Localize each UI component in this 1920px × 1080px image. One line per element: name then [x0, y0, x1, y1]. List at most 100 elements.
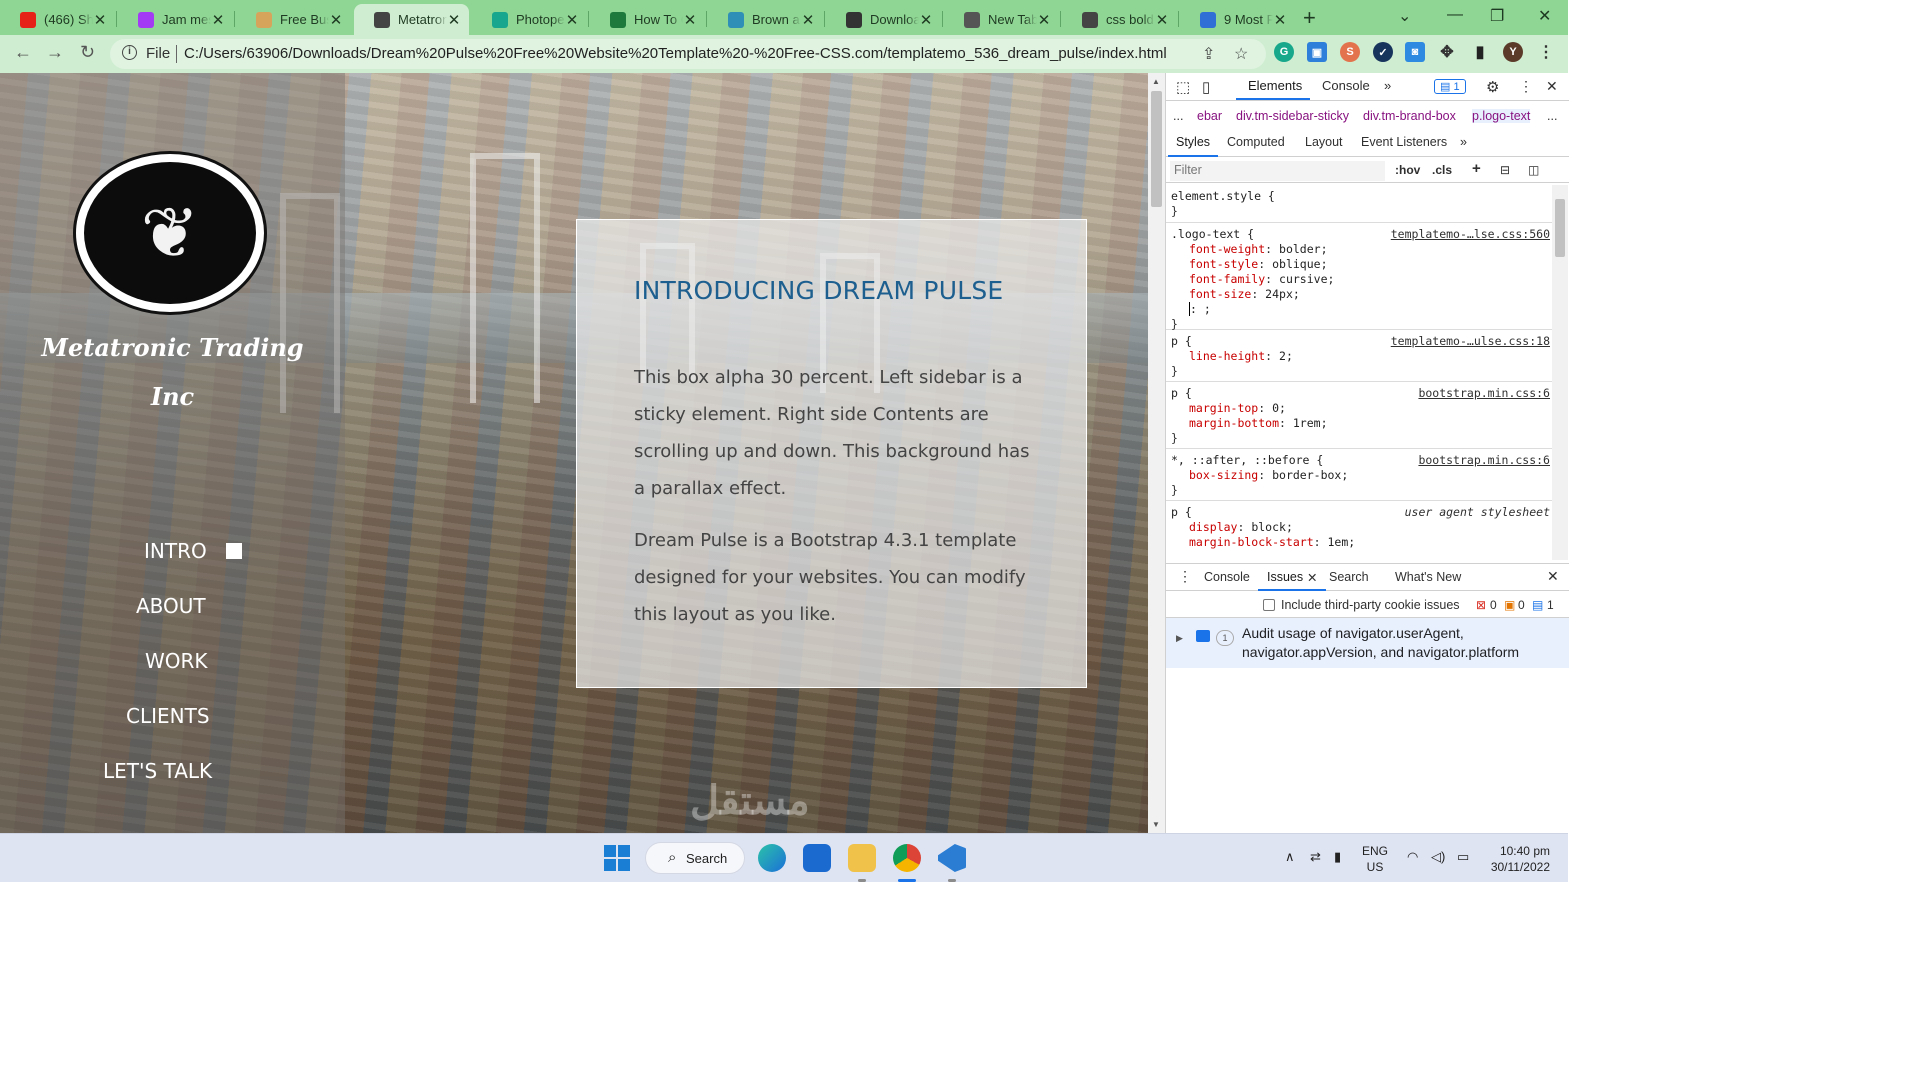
browser-tab[interactable]: css bold ✕ [1062, 4, 1177, 35]
close-issues-tab-icon[interactable]: ✕ [1307, 570, 1317, 585]
extension-icon[interactable]: ▣ [1307, 42, 1327, 62]
close-tab-icon[interactable]: ✕ [447, 11, 461, 29]
style-rule[interactable]: p {templatemo-…ulse.css:18 line-height: 2… [1166, 330, 1552, 382]
expand-triangle-icon[interactable]: ▶ [1176, 633, 1183, 644]
style-rule[interactable]: p {bootstrap.min.css:6 margin-top: 0; marg… [1166, 382, 1552, 449]
store-icon[interactable] [803, 844, 831, 872]
tab-search-icon[interactable]: ⌄ [1398, 6, 1411, 26]
browser-menu-icon[interactable]: ⋮ [1536, 42, 1556, 62]
nav-about[interactable]: ABOUT [136, 594, 206, 618]
rule-source-link[interactable]: templatemo-…lse.css:560 [1391, 227, 1550, 241]
close-tab-icon[interactable]: ✕ [683, 11, 697, 29]
browser-tab[interactable]: Free Busi✕ [236, 4, 351, 35]
url-text[interactable]: C:/Users/63906/Downloads/Dream%20Pulse%2… [184, 45, 1167, 62]
tab-layout[interactable]: Layout [1305, 135, 1343, 149]
drawer-menu-icon[interactable]: ⋮ [1178, 568, 1192, 585]
rule-source-link[interactable]: templatemo-…ulse.css:18 [1391, 334, 1550, 348]
style-rule[interactable]: element.style {} [1166, 185, 1552, 223]
browser-tab[interactable]: Brown an✕ [708, 4, 823, 35]
edge-icon[interactable] [758, 844, 786, 872]
styles-filter-input[interactable]: Filter [1170, 161, 1385, 181]
close-tab-icon[interactable]: ✕ [1273, 11, 1287, 29]
settings-gear-icon[interactable]: ⚙ [1486, 78, 1499, 96]
style-declaration[interactable]: line-height: 2; [1189, 349, 1293, 363]
share-icon[interactable]: ⇪ [1202, 44, 1215, 64]
address-bar[interactable]: i File C:/Users/63906/Downloads/Dream%20… [110, 39, 1266, 69]
browser-tab[interactable]: How To C✕ [590, 4, 705, 35]
nav-clients[interactable]: CLIENTS [126, 704, 210, 728]
tab-styles[interactable]: Styles [1176, 135, 1210, 149]
breadcrumb-item[interactable]: ebar [1197, 109, 1222, 123]
paint-icon[interactable]: ⊟ [1500, 163, 1510, 177]
shield-extension-icon[interactable]: S [1340, 42, 1360, 62]
breadcrumb-item[interactable]: div.tm-brand-box [1363, 109, 1456, 123]
drawer-tab-whats-new[interactable]: What's New [1395, 570, 1461, 584]
more-tabs-icon[interactable]: » [1384, 78, 1391, 93]
vscode-icon[interactable] [938, 844, 966, 872]
style-declaration[interactable]: margin-bottom: 1rem; [1189, 416, 1328, 430]
browser-tab[interactable]: (466) She✕ [0, 4, 115, 35]
style-declaration[interactable]: font-size: 24px; [1189, 287, 1300, 301]
bookmark-star-icon[interactable]: ☆ [1234, 44, 1248, 64]
breadcrumb-item-selected[interactable]: p.logo-text [1472, 109, 1531, 123]
inspect-element-icon[interactable]: ⬚ [1176, 78, 1190, 96]
close-tab-icon[interactable]: ✕ [1155, 11, 1169, 29]
third-party-checkbox[interactable] [1263, 599, 1275, 611]
check-extension-icon[interactable]: ✓ [1373, 42, 1393, 62]
page-scrollbar[interactable]: ▲ ▼ [1148, 73, 1165, 833]
volume-icon[interactable]: ◁) [1431, 849, 1445, 865]
breadcrumb-item[interactable]: ... [1547, 109, 1557, 123]
class-toggle[interactable]: .cls [1432, 163, 1452, 177]
hover-state-toggle[interactable]: :hov [1395, 163, 1420, 177]
wifi-icon[interactable]: ◠ [1407, 849, 1418, 865]
tray-meter-icon[interactable]: ▮ [1334, 849, 1341, 865]
new-tab-button[interactable]: + [1303, 5, 1316, 31]
grammarly-extension-icon[interactable]: G [1274, 42, 1294, 62]
devtools-menu-icon[interactable]: ⋮ [1519, 78, 1533, 95]
tab-event-listeners[interactable]: Event Listeners [1361, 135, 1447, 149]
nav-intro[interactable]: INTRO [144, 539, 207, 563]
nav-work[interactable]: WORK [145, 649, 208, 673]
taskbar-search[interactable]: ⌕ Search [645, 842, 745, 874]
drawer-tab-console[interactable]: Console [1204, 570, 1250, 584]
tab-console[interactable]: Console [1322, 78, 1370, 93]
more-subtabs-icon[interactable]: » [1460, 135, 1467, 149]
tab-computed[interactable]: Computed [1227, 135, 1285, 149]
tray-app-icon[interactable]: ⇄ [1310, 849, 1321, 865]
style-declaration[interactable]: margin-block-start: 1em; [1189, 535, 1355, 549]
style-declaration[interactable]: : ; [1189, 302, 1211, 316]
chrome-icon[interactable] [893, 844, 921, 872]
nav-lets-talk[interactable]: LET'S TALK [103, 759, 212, 783]
forward-button[interactable]: → [46, 42, 64, 63]
page-scroll-thumb[interactable] [1151, 91, 1162, 207]
close-tab-icon[interactable]: ✕ [93, 11, 107, 29]
screen-extension-icon[interactable]: ◙ [1405, 42, 1425, 62]
style-rule[interactable]: p {user agent stylesheet display: block; m… [1166, 501, 1552, 558]
new-rule-button[interactable]: + [1472, 160, 1481, 177]
file-explorer-icon[interactable] [848, 844, 876, 872]
close-tab-icon[interactable]: ✕ [1037, 11, 1051, 29]
sidebar-toggle-icon[interactable]: ◫ [1528, 163, 1539, 177]
brand-logo[interactable]: ❦ [73, 151, 267, 315]
style-rule[interactable]: .logo-text {templatemo-…lse.css:560 font-… [1166, 223, 1552, 331]
style-declaration[interactable]: font-style: oblique; [1189, 257, 1328, 271]
rule-source-link[interactable]: bootstrap.min.css:6 [1418, 386, 1550, 400]
style-declaration[interactable]: font-family: cursive; [1189, 272, 1334, 286]
battery-icon[interactable]: ▭ [1457, 849, 1469, 865]
styles-scrollbar[interactable] [1552, 185, 1568, 560]
style-rule[interactable]: *, ::after, ::before {bootstrap.min.css:… [1166, 449, 1552, 501]
close-tab-icon[interactable]: ✕ [211, 11, 225, 29]
close-tab-icon[interactable]: ✕ [329, 11, 343, 29]
reload-button[interactable]: ↻ [80, 42, 95, 63]
close-window-button[interactable]: ✕ [1538, 6, 1551, 26]
browser-tab[interactable]: Metatron ✕ [354, 4, 469, 35]
profile-avatar[interactable]: Y [1503, 42, 1523, 62]
browser-tab[interactable]: New Tab ✕ [944, 4, 1059, 35]
browser-tab[interactable]: 9 Most P ✕ [1180, 4, 1295, 35]
browser-tab[interactable]: Downloa ✕ [826, 4, 941, 35]
close-devtools-icon[interactable]: ✕ [1546, 78, 1558, 95]
close-tab-icon[interactable]: ✕ [919, 11, 933, 29]
device-toolbar-icon[interactable]: ▯ [1202, 78, 1210, 96]
browser-tab[interactable]: Photope ✕ [472, 4, 587, 35]
issue-item[interactable]: ▶ 1 Audit usage of navigator.userAgent, … [1166, 618, 1569, 668]
